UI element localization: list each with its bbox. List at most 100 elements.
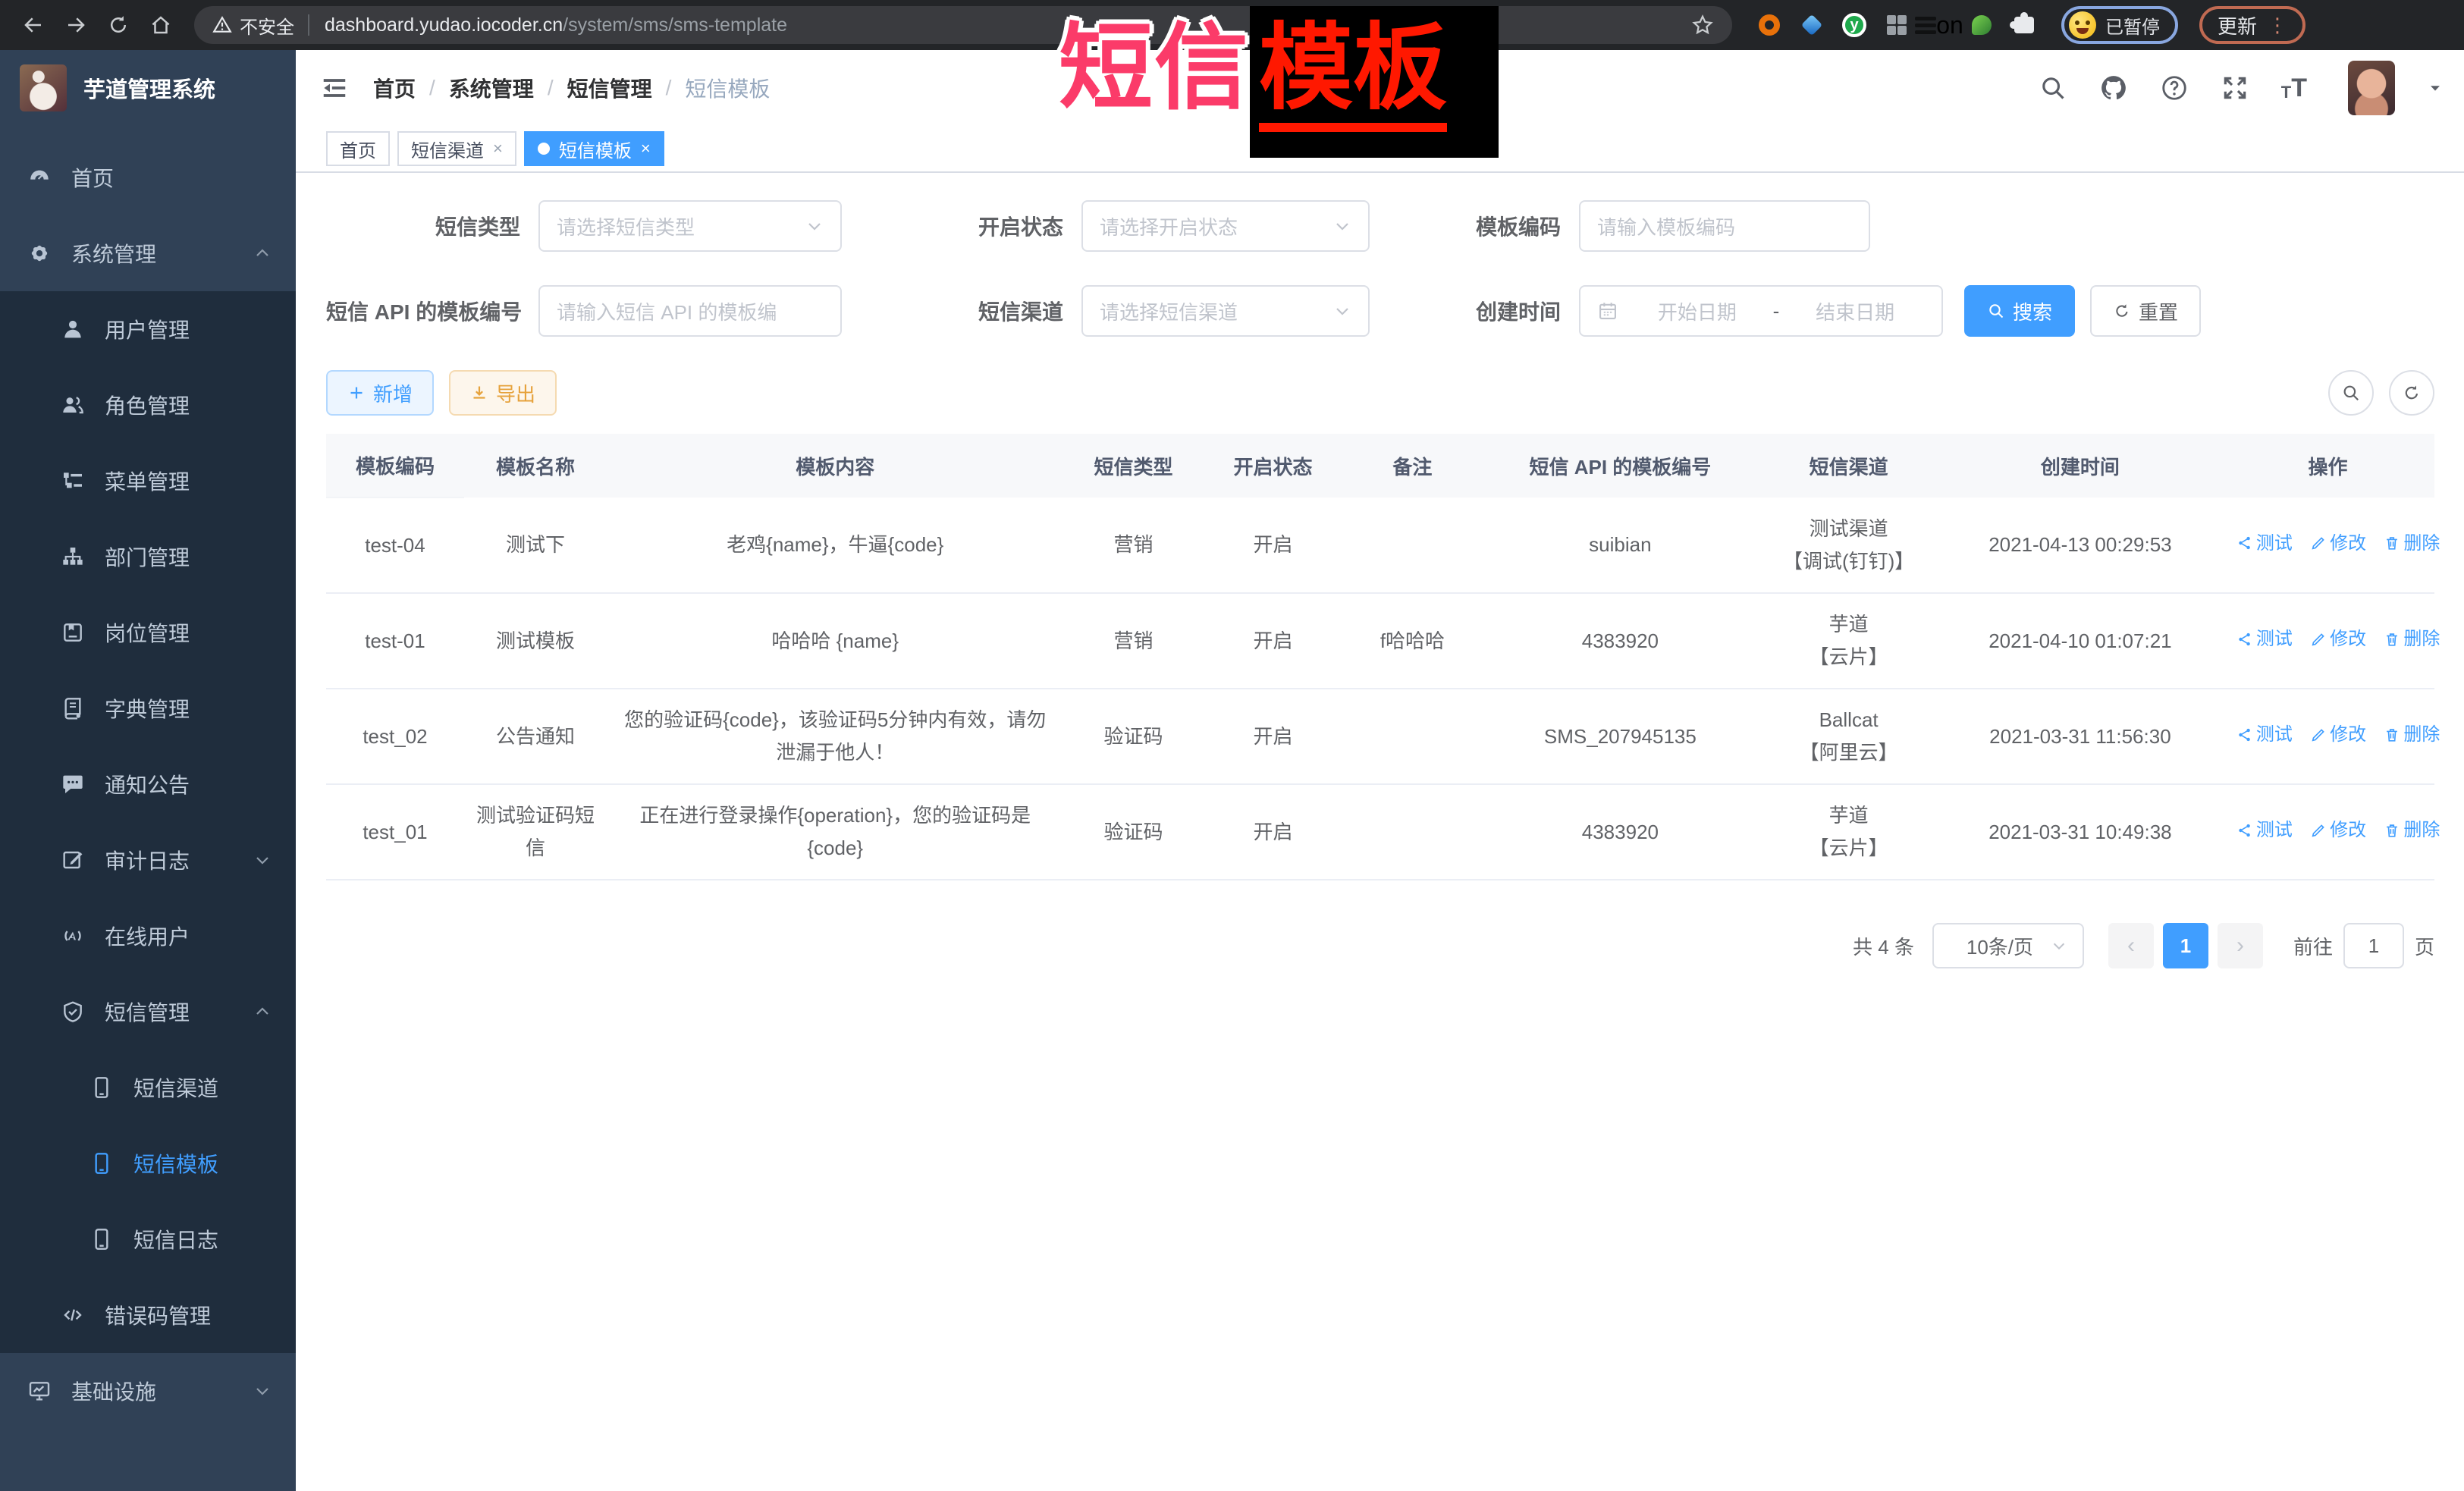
goto-page-input[interactable]: 1	[2343, 923, 2404, 968]
tab-sms-template[interactable]: 短信模板×	[524, 131, 664, 166]
sidebar-item-sms-channel[interactable]: 短信渠道	[0, 1050, 296, 1125]
refresh-table-button[interactable]	[2389, 370, 2434, 416]
test-link[interactable]: 测试	[2236, 815, 2293, 846]
current-page-button[interactable]: 1	[2163, 923, 2208, 968]
extension-list-icon[interactable]: on	[1926, 12, 1952, 38]
tags-view-bar: 首页 短信渠道× 短信模板×	[296, 126, 2464, 173]
template-code-input[interactable]: 请输入模板编码	[1579, 200, 1870, 252]
sidebar-item-dictionary[interactable]: 字典管理	[0, 670, 296, 746]
extension-grid-icon[interactable]	[1884, 12, 1910, 38]
sidebar-item-error-codes[interactable]: 错误码管理	[0, 1277, 296, 1353]
sidebar-item-departments[interactable]: 部门管理	[0, 519, 296, 595]
delete-link[interactable]: 删除	[2384, 720, 2440, 750]
total-count: 共 4 条	[1853, 932, 1914, 960]
search-icon[interactable]	[2039, 74, 2067, 102]
browser-menu-dots-icon[interactable]: ⋮	[2268, 14, 2287, 37]
breadcrumb-system[interactable]: 系统管理	[449, 73, 534, 103]
address-bar[interactable]: 不安全 dashboard.yudao.iocoder.cn/system/sm…	[194, 6, 1732, 44]
close-icon[interactable]: ×	[493, 139, 503, 159]
test-link[interactable]: 测试	[2236, 720, 2293, 750]
filter-sms-type: 短信类型 请选择短信类型	[326, 200, 842, 252]
menu-tree-icon	[61, 469, 85, 493]
plus-icon	[347, 384, 366, 402]
filter-create-time: 创建时间 开始日期 - 结束日期	[1370, 285, 1943, 337]
font-size-icon[interactable]: TT	[2281, 75, 2307, 101]
close-icon[interactable]: ×	[641, 139, 651, 159]
tab-home[interactable]: 首页	[326, 131, 390, 166]
extension-y-icon[interactable]: y	[1841, 12, 1867, 38]
sidebar-item-system[interactable]: 系统管理	[0, 215, 296, 291]
sidebar-item-sms[interactable]: 短信管理	[0, 974, 296, 1050]
not-secure-label: 不安全	[240, 12, 294, 39]
pencil-icon	[2310, 535, 2327, 551]
edit-square-icon	[61, 848, 85, 872]
sidebar-item-home[interactable]: 首页	[0, 140, 296, 215]
goto-label: 前往	[2293, 932, 2333, 960]
api-template-id-input[interactable]: 请输入短信 API 的模板编	[538, 285, 842, 337]
chevron-down-icon	[253, 851, 272, 869]
edit-link[interactable]: 修改	[2310, 529, 2366, 559]
extension-gem-icon[interactable]	[1799, 12, 1825, 38]
channel-select[interactable]: 请选择短信渠道	[1081, 285, 1370, 337]
user-icon	[61, 317, 85, 341]
sms-type-select[interactable]: 请选择短信类型	[538, 200, 842, 252]
search-button[interactable]: 搜索	[1964, 285, 2075, 337]
col-channel: 短信渠道	[1758, 434, 1939, 498]
pencil-icon	[2310, 727, 2327, 743]
extensions-row: y on	[1756, 12, 2037, 38]
phone-icon	[89, 1075, 114, 1100]
sidebar-item-sms-template[interactable]: 短信模板	[0, 1125, 296, 1201]
sidebar-item-infrastructure[interactable]: 基础设施	[0, 1353, 296, 1429]
browser-back-button[interactable]	[15, 7, 52, 43]
edit-link[interactable]: 修改	[2310, 815, 2366, 846]
delete-link[interactable]: 删除	[2384, 529, 2440, 559]
profile-paused-badge[interactable]: 已暂停	[2061, 6, 2178, 44]
sidebar-item-users[interactable]: 用户管理	[0, 291, 296, 367]
prev-page-button[interactable]: ‹	[2108, 923, 2154, 968]
show-search-button[interactable]	[2328, 370, 2374, 416]
next-page-button[interactable]: ›	[2218, 923, 2263, 968]
col-status: 开启状态	[1203, 434, 1342, 498]
test-link[interactable]: 测试	[2236, 529, 2293, 559]
browser-reload-button[interactable]	[100, 7, 137, 43]
reset-button[interactable]: 重置	[2090, 285, 2201, 337]
app-logo-row[interactable]: 芋道管理系统	[0, 50, 296, 126]
add-button[interactable]: 新增	[326, 370, 434, 416]
sidebar-item-positions[interactable]: 岗位管理	[0, 595, 296, 670]
extension-orange-icon[interactable]	[1756, 12, 1782, 38]
breadcrumb-home[interactable]: 首页	[373, 73, 416, 103]
browser-home-button[interactable]	[143, 7, 179, 43]
sidebar-item-announcements[interactable]: 通知公告	[0, 746, 296, 822]
extensions-puzzle-icon[interactable]	[2011, 12, 2037, 38]
edit-link[interactable]: 修改	[2310, 720, 2366, 750]
sms-template-table: 模板编码 模板名称 模板内容 短信类型 开启状态 备注 短信 API 的模板编号…	[326, 434, 2434, 880]
browser-forward-button[interactable]	[58, 7, 94, 43]
delete-link[interactable]: 删除	[2384, 624, 2440, 654]
sidebar-item-sms-log[interactable]: 短信日志	[0, 1201, 296, 1277]
export-button[interactable]: 导出	[449, 370, 557, 416]
sidebar-item-audit-log[interactable]: 审计日志	[0, 822, 296, 898]
badge-icon	[61, 620, 85, 645]
sidebar-item-online-users[interactable]: 在线用户	[0, 898, 296, 974]
sidebar-item-roles[interactable]: 角色管理	[0, 367, 296, 443]
status-select[interactable]: 请选择开启状态	[1081, 200, 1370, 252]
delete-link[interactable]: 删除	[2384, 815, 2440, 846]
browser-toolbar: 不安全 dashboard.yudao.iocoder.cn/system/sm…	[0, 0, 2464, 50]
bookmark-star-icon[interactable]	[1691, 14, 1714, 36]
help-icon[interactable]	[2160, 74, 2189, 102]
browser-update-button[interactable]: 更新 ⋮	[2199, 6, 2305, 44]
user-avatar[interactable]	[2348, 61, 2395, 115]
create-time-range-picker[interactable]: 开始日期 - 结束日期	[1579, 285, 1943, 337]
sidebar-collapse-icon[interactable]	[320, 74, 349, 102]
github-icon[interactable]	[2099, 74, 2128, 102]
edit-link[interactable]: 修改	[2310, 624, 2366, 654]
fullscreen-icon[interactable]	[2221, 74, 2249, 102]
broadcast-icon	[61, 924, 85, 948]
sidebar-item-menus[interactable]: 菜单管理	[0, 443, 296, 519]
page-size-select[interactable]: 10条/页	[1932, 923, 2084, 968]
extension-leaf-icon[interactable]	[1969, 12, 1995, 38]
caret-down-icon[interactable]	[2427, 80, 2444, 96]
test-link[interactable]: 测试	[2236, 624, 2293, 654]
breadcrumb-sms[interactable]: 短信管理	[567, 73, 652, 103]
tab-sms-channel[interactable]: 短信渠道×	[397, 131, 516, 166]
